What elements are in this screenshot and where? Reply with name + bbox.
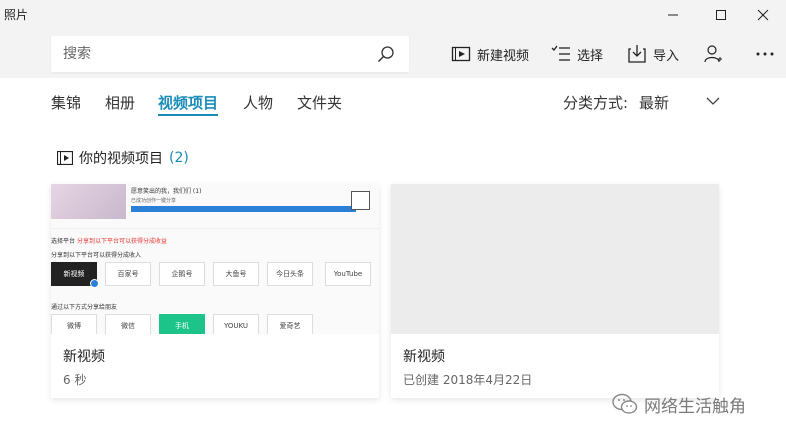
platform-button: 今日头条 [267,262,313,286]
title-bar: 照片 [0,0,786,30]
platform-label: 新视频 [63,270,85,278]
more-button[interactable] [755,40,775,68]
card-title: 新视频 [63,349,105,365]
video-thumbnail [391,184,719,334]
close-icon [757,9,769,21]
platform-label: 百家号 [117,270,139,278]
new-video-button[interactable]: 新建视频 [451,40,529,68]
card-info: 新视频 6 秒 [63,346,105,388]
video-project-card[interactable]: 愿意笑出的我，我们们 (1) 已成功创作一键分享 选择平台 分享到以下平台可以获… [51,184,379,398]
thumbnail-label1-note: 分享到以下平台可以获得分成收益 [76,238,167,245]
platform-button: 手机 [159,314,205,334]
thumbnail-line1: 愿意笑出的我，我们们 (1) [131,188,202,195]
import-icon [628,45,646,63]
search-input[interactable] [51,36,371,72]
thumbnail-line2: 已成功创作一键分享 [131,198,177,204]
platform-button: 大鱼号 [213,262,259,286]
platform-button: YOUKU [213,314,259,334]
upload-progress-bar [131,206,356,212]
check-icon [90,279,99,288]
sort-label: 分类方式: [563,94,629,112]
account-button[interactable] [703,40,723,68]
card-title: 新视频 [403,349,445,365]
checkbox [351,191,370,210]
thumbnail-label3: 通过以下方式分享给朋友 [51,304,118,311]
upload-progress-fill [131,206,356,212]
platform-button: 微信 [105,314,151,334]
maximize-button[interactable] [698,0,744,30]
platform-button: YouTube [325,262,371,286]
search-box [51,36,409,72]
video-project-card[interactable]: 新视频 已创建 2018年4月22日 [391,184,719,398]
platform-label: 大鱼号 [225,270,247,278]
platform-label: 微博 [67,322,81,330]
divider [51,228,379,229]
card-created-date: 已创建 2018年4月22日 [403,373,533,387]
select-label: 选择 [577,48,604,64]
platform-label: 企鹅号 [171,270,193,278]
platform-label: 今日头条 [276,270,304,278]
minimize-button[interactable] [650,0,696,30]
chevron-down-icon[interactable] [706,96,720,106]
thumbnail-label1: 选择平台 分享到以下平台可以获得分成收益 [51,236,167,245]
import-label: 导入 [653,48,680,64]
section-heading: 你的视频项目 (2) [57,148,189,168]
tab-folders[interactable]: 文件夹 [297,92,342,113]
section-count: (2) [169,150,189,166]
watermark: 网络生活触角 [612,390,746,418]
platform-label: 爱奇艺 [279,322,301,330]
search-icon[interactable] [377,45,395,63]
thumbnail-content: 愿意笑出的我，我们们 (1) 已成功创作一键分享 选择平台 分享到以下平台可以获… [51,184,379,334]
sort-dropdown[interactable]: 最新 [639,92,669,113]
thumbnail-image [51,184,126,219]
platform-label: YouTube [333,270,363,278]
tab-people[interactable]: 人物 [243,92,273,113]
platform-button: 百家号 [105,262,151,286]
platform-button: 微博 [51,314,97,334]
platform-label: YOUKU [223,322,249,330]
maximize-icon [716,10,726,20]
wechat-icon [612,393,638,414]
section-title: 你的视频项目 [79,151,163,167]
select-button[interactable]: 选择 [551,40,603,68]
card-duration: 6 秒 [63,373,87,387]
video-thumbnail: 愿意笑出的我，我们们 (1) 已成功创作一键分享 选择平台 分享到以下平台可以获… [51,184,379,334]
import-button[interactable]: 导入 [627,40,679,68]
thumbnail-label2: 分享到以下平台可以获得分成收入 [51,252,142,259]
tab-video-projects[interactable]: 视频项目 [158,92,219,116]
platform-button: 新视频 [51,262,99,288]
add-person-icon [704,45,722,63]
header: 新建视频 选择 导入 [0,30,786,78]
close-button[interactable] [740,0,786,30]
tab-albums[interactable]: 相册 [105,92,135,113]
checklist-icon [551,45,570,61]
minimize-icon [668,14,678,16]
video-project-icon [57,151,73,165]
tab-highlights[interactable]: 集锦 [51,92,81,113]
main-content: 集锦 相册 视频项目 人物 文件夹 分类方式: 最新 你的视频项目 (2) 愿意… [0,78,786,437]
app-title: 照片 [4,8,29,22]
more-icon [756,52,774,56]
thumbnail-label1-text: 选择平台 [51,238,76,245]
card-info: 新视频 已创建 2018年4月22日 [403,346,532,388]
platform-button: 企鹅号 [159,262,205,286]
platform-label: 微信 [121,322,135,330]
watermark-text: 网络生活触角 [644,396,746,417]
platform-label: 手机 [175,322,189,330]
new-video-label: 新建视频 [477,48,530,64]
platform-button: 爱奇艺 [267,314,313,334]
new-video-icon [451,46,471,62]
